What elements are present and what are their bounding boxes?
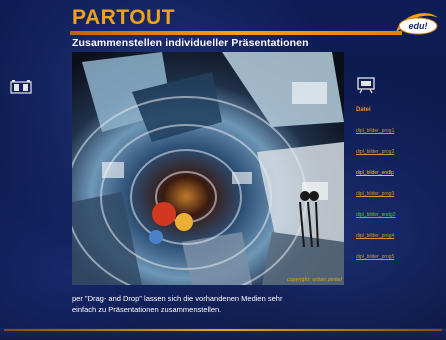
media-list-item[interactable]: dipl_bilder_prog1: [356, 121, 395, 142]
header-divider: [70, 31, 402, 35]
media-list-item[interactable]: dipl_bilder_prog3: [356, 184, 395, 205]
film-icon[interactable]: [10, 80, 32, 94]
media-list-item[interactable]: dipl_bilder_endg2: [356, 205, 395, 226]
media-list: Datei dipl_bilder_prog1 dipl_bilder_prog…: [356, 100, 395, 268]
caption-line-2: einfach zu Präsentationen zusammenstelle…: [72, 305, 222, 314]
media-list-item-datei[interactable]: Datei: [356, 100, 395, 121]
media-list-item[interactable]: dipl_bilder_prog4: [356, 226, 395, 247]
caption-text: per "Drag- and Drop" lassen sich die vor…: [72, 293, 372, 315]
media-list-item[interactable]: dipl_bilder_endlp: [356, 163, 395, 184]
caption-line-1: per "Drag- and Drop" lassen sich die vor…: [72, 294, 283, 303]
image-copyright: copyright: urban zeidel: [287, 277, 342, 283]
svg-text:edu!: edu!: [409, 21, 428, 31]
edu-logo[interactable]: edu!: [394, 10, 440, 36]
media-list-item[interactable]: dipl_bilder_prog5: [356, 247, 395, 268]
bottom-divider: [4, 329, 442, 331]
media-list-item[interactable]: dipl_bilder_prog2: [356, 142, 395, 163]
page-title: PARTOUT: [72, 6, 176, 29]
presentation-icon[interactable]: [356, 76, 378, 94]
page-subtitle: Zusammenstellen individueller Präsentati…: [72, 37, 309, 49]
presentation-collage-image: copyright: urban zeidel: [72, 52, 344, 285]
